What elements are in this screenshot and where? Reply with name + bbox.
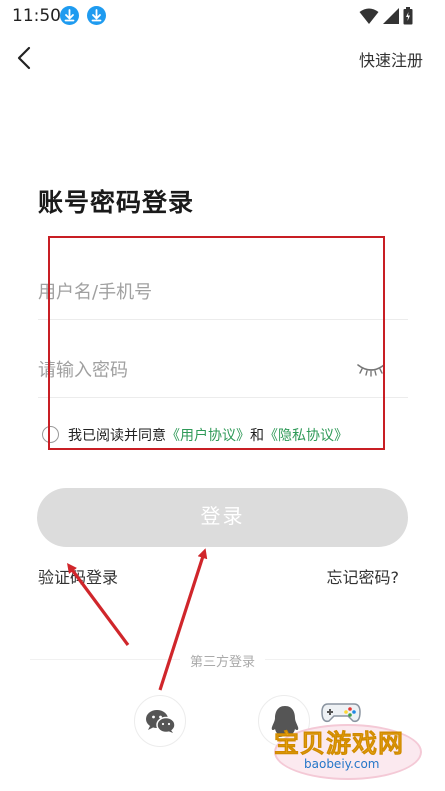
gamepad-icon	[321, 703, 361, 723]
login-button[interactable]: 登录	[37, 488, 408, 547]
status-bar: 11:50	[0, 0, 445, 32]
watermark-title: 宝贝游戏网	[274, 729, 405, 759]
watermark-logo: 宝贝游戏网 baobeiy.com	[268, 696, 428, 782]
third-party-label-row: 第三方登录	[0, 651, 445, 670]
watermark-url: baobeiy.com	[304, 757, 380, 771]
quick-register-link[interactable]: 快速注册	[359, 47, 423, 71]
annotation-highlight-box	[48, 236, 385, 450]
page-title: 账号密码登录	[38, 188, 195, 217]
signal-icon	[383, 8, 399, 24]
download-icon	[87, 6, 106, 25]
wechat-icon	[146, 710, 176, 734]
battery-icon	[403, 7, 413, 25]
third-party-label: 第三方登录	[179, 655, 265, 670]
wechat-login-button[interactable]	[134, 695, 186, 747]
forgot-password-link[interactable]: 忘记密码?	[327, 564, 400, 588]
chevron-left-icon	[17, 46, 31, 70]
download-icon	[60, 6, 79, 25]
sms-login-link[interactable]: 验证码登录	[38, 564, 118, 588]
wifi-icon	[359, 8, 379, 24]
back-button[interactable]	[12, 44, 40, 72]
status-time: 11:50	[12, 6, 61, 26]
